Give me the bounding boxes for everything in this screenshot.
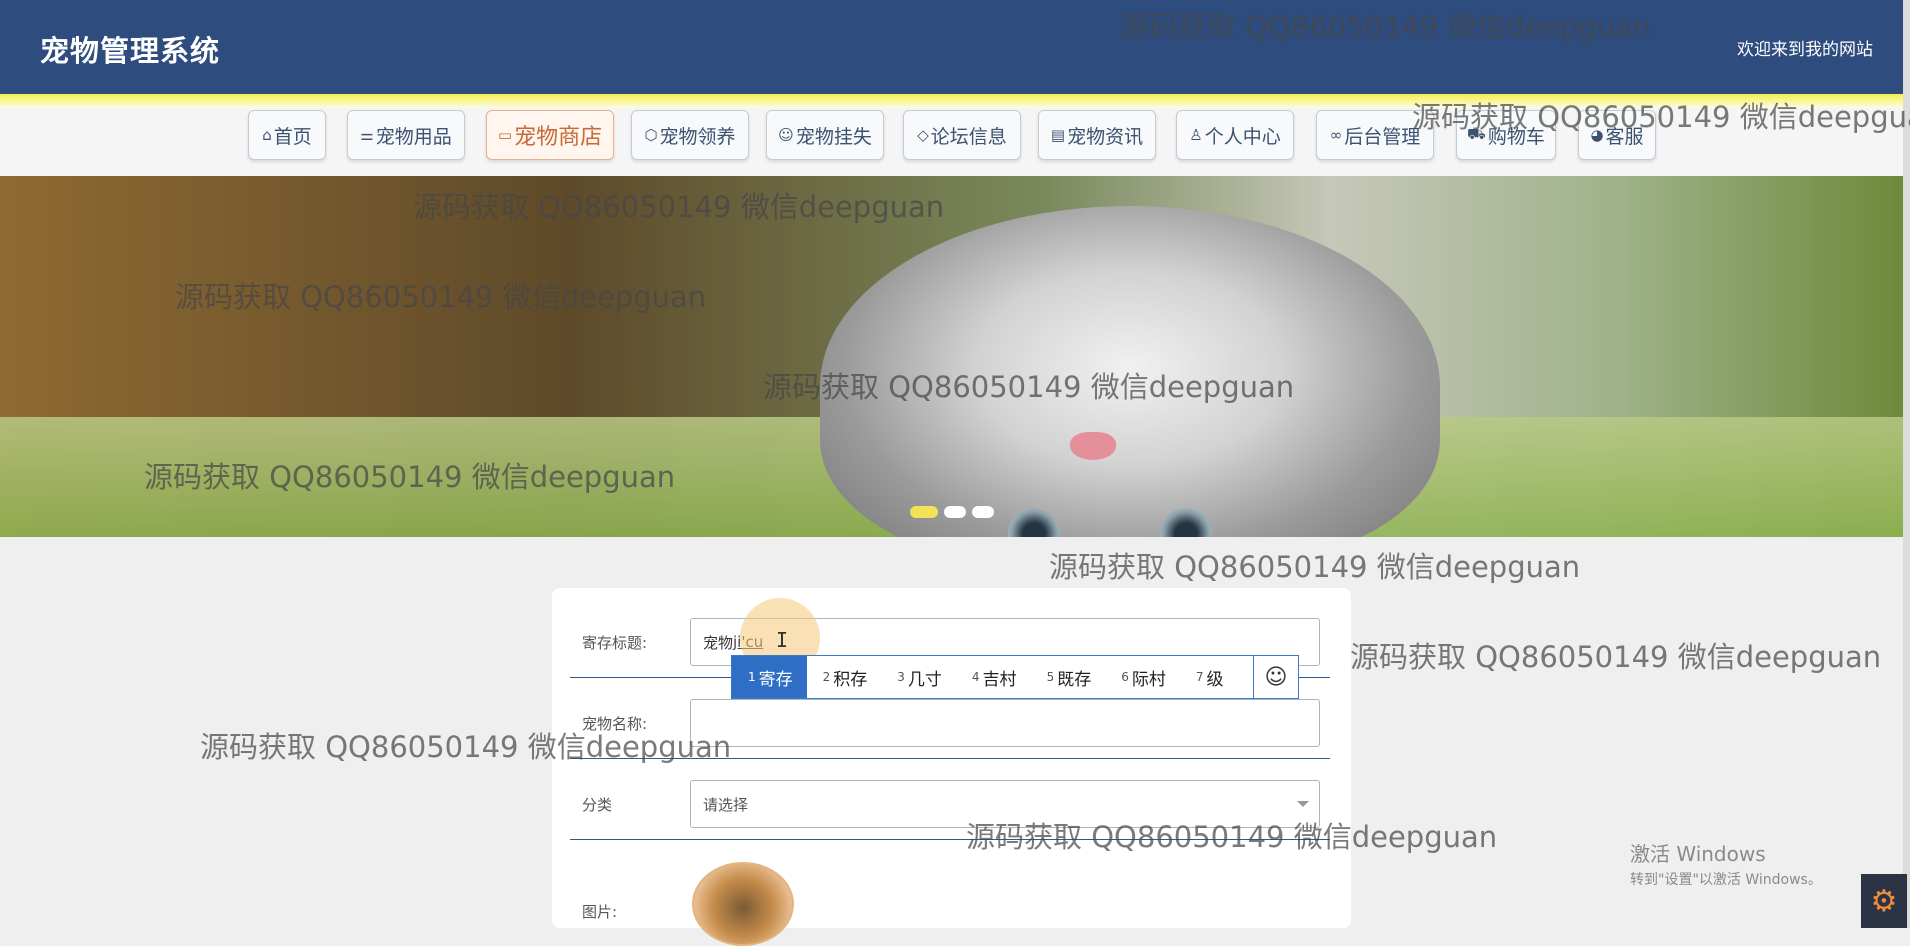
ime-candidate[interactable]: 5 既存 [1031,656,1106,698]
welcome-text: 欢迎来到我的网站 [1737,40,1873,60]
title-input-value: 宠物 [703,633,734,652]
activation-title: 激活 Windows [1630,842,1766,866]
carousel-dot[interactable] [944,506,966,518]
ime-candidate[interactable]: 7级 [1180,656,1238,698]
watermark: 源码获取 QQ86050149 微信deepguan [1120,10,1652,44]
ime-candidate[interactable]: 6 际村 [1105,656,1180,698]
nav-label: 宠物资讯 [1067,125,1144,148]
activation-subtitle: 转到"设置"以激活 Windows。 [1630,872,1822,888]
windows-activation-notice: 激活 Windows 转到"设置"以激活 Windows。 [1630,838,1822,889]
image-label: 图片: [582,903,618,921]
nav-pet-news[interactable]: ▤ 宠物资讯 [1038,110,1156,160]
box-icon: ⬡ [644,126,658,144]
nav-pet-adoption[interactable]: ⬡ 宠物领养 [631,110,749,160]
watermark: 源码获取 QQ86050149 微信deepguan [1412,100,1910,134]
ime-candidate-bar: 1 寄存 2 积存 3 几寸 4 吉村 5 既存 6 际村 7级 ☺ [731,655,1299,699]
carousel-dot[interactable] [910,506,938,518]
pet-image-preview[interactable] [692,862,794,946]
home-icon: ⌂ [262,126,272,144]
nav-label: 宠物商店 [514,125,603,150]
text-cursor-icon: I [776,628,789,652]
nav-label: 后台管理 [1344,125,1421,148]
kitten-nose [1070,432,1116,460]
watermark: 源码获取 QQ86050149 微信deepguan [200,730,732,764]
news-icon: ▤ [1050,126,1066,144]
user-icon: ♙ [1189,126,1203,144]
carousel-dot[interactable] [972,506,994,518]
category-select-value: 请选择 [703,795,749,814]
nav-label: 论坛信息 [930,125,1007,148]
watermark: 源码获取 QQ86050149 微信deepguan [763,370,1295,404]
watermark: 源码获取 QQ86050149 微信deepguan [144,460,676,494]
watermark: 源码获取 QQ86050149 微信deepguan [1049,550,1581,584]
emoji-icon[interactable]: ☺ [1253,656,1298,698]
category-label: 分类 [582,796,613,814]
smile-icon: ☺ [778,126,794,144]
ime-candidate[interactable]: 1 寄存 [732,656,807,698]
store-icon: ▭ [497,126,513,144]
ime-candidate[interactable]: 2 积存 [807,656,882,698]
nav-label: 首页 [273,125,312,148]
watermark: 源码获取 QQ86050149 微信deepguan [966,820,1498,854]
nav-label: 个人中心 [1204,125,1281,148]
window-scrollbar[interactable] [1903,0,1910,928]
carousel-indicators [910,506,994,518]
chevron-down-icon [1297,801,1309,807]
nav-pet-supplies[interactable]: ⚌ 宠物用品 [347,110,465,160]
name-input[interactable] [690,699,1320,747]
nav-label: 宠物挂失 [795,125,872,148]
site-title: 宠物管理系统 [40,34,221,68]
ime-candidate[interactable]: 4 吉村 [956,656,1031,698]
watermark: 源码获取 QQ86050149 微信deepguan [413,190,945,224]
ime-candidate[interactable]: 3 几寸 [881,656,956,698]
link-icon: ∞ [1329,126,1343,144]
sliders-icon: ⚌ [360,126,374,144]
app-launcher-icon[interactable]: ⚙ [1861,874,1907,928]
nav-label: 宠物领养 [659,125,736,148]
watermark: 源码获取 QQ86050149 微信deepguan [1350,640,1882,674]
tag-icon: ◇ [917,126,929,144]
nav-pet-lost[interactable]: ☺ 宠物挂失 [766,110,884,160]
nav-personal-center[interactable]: ♙ 个人中心 [1176,110,1294,160]
nav-forum[interactable]: ◇ 论坛信息 [903,110,1021,160]
nav-pet-store[interactable]: ▭ 宠物商店 [486,110,614,160]
nav-home[interactable]: ⌂ 首页 [248,110,326,160]
title-label: 寄存标题: [582,634,648,652]
watermark: 源码获取 QQ86050149 微信deepguan [175,280,707,314]
nav-label: 宠物用品 [375,125,452,148]
